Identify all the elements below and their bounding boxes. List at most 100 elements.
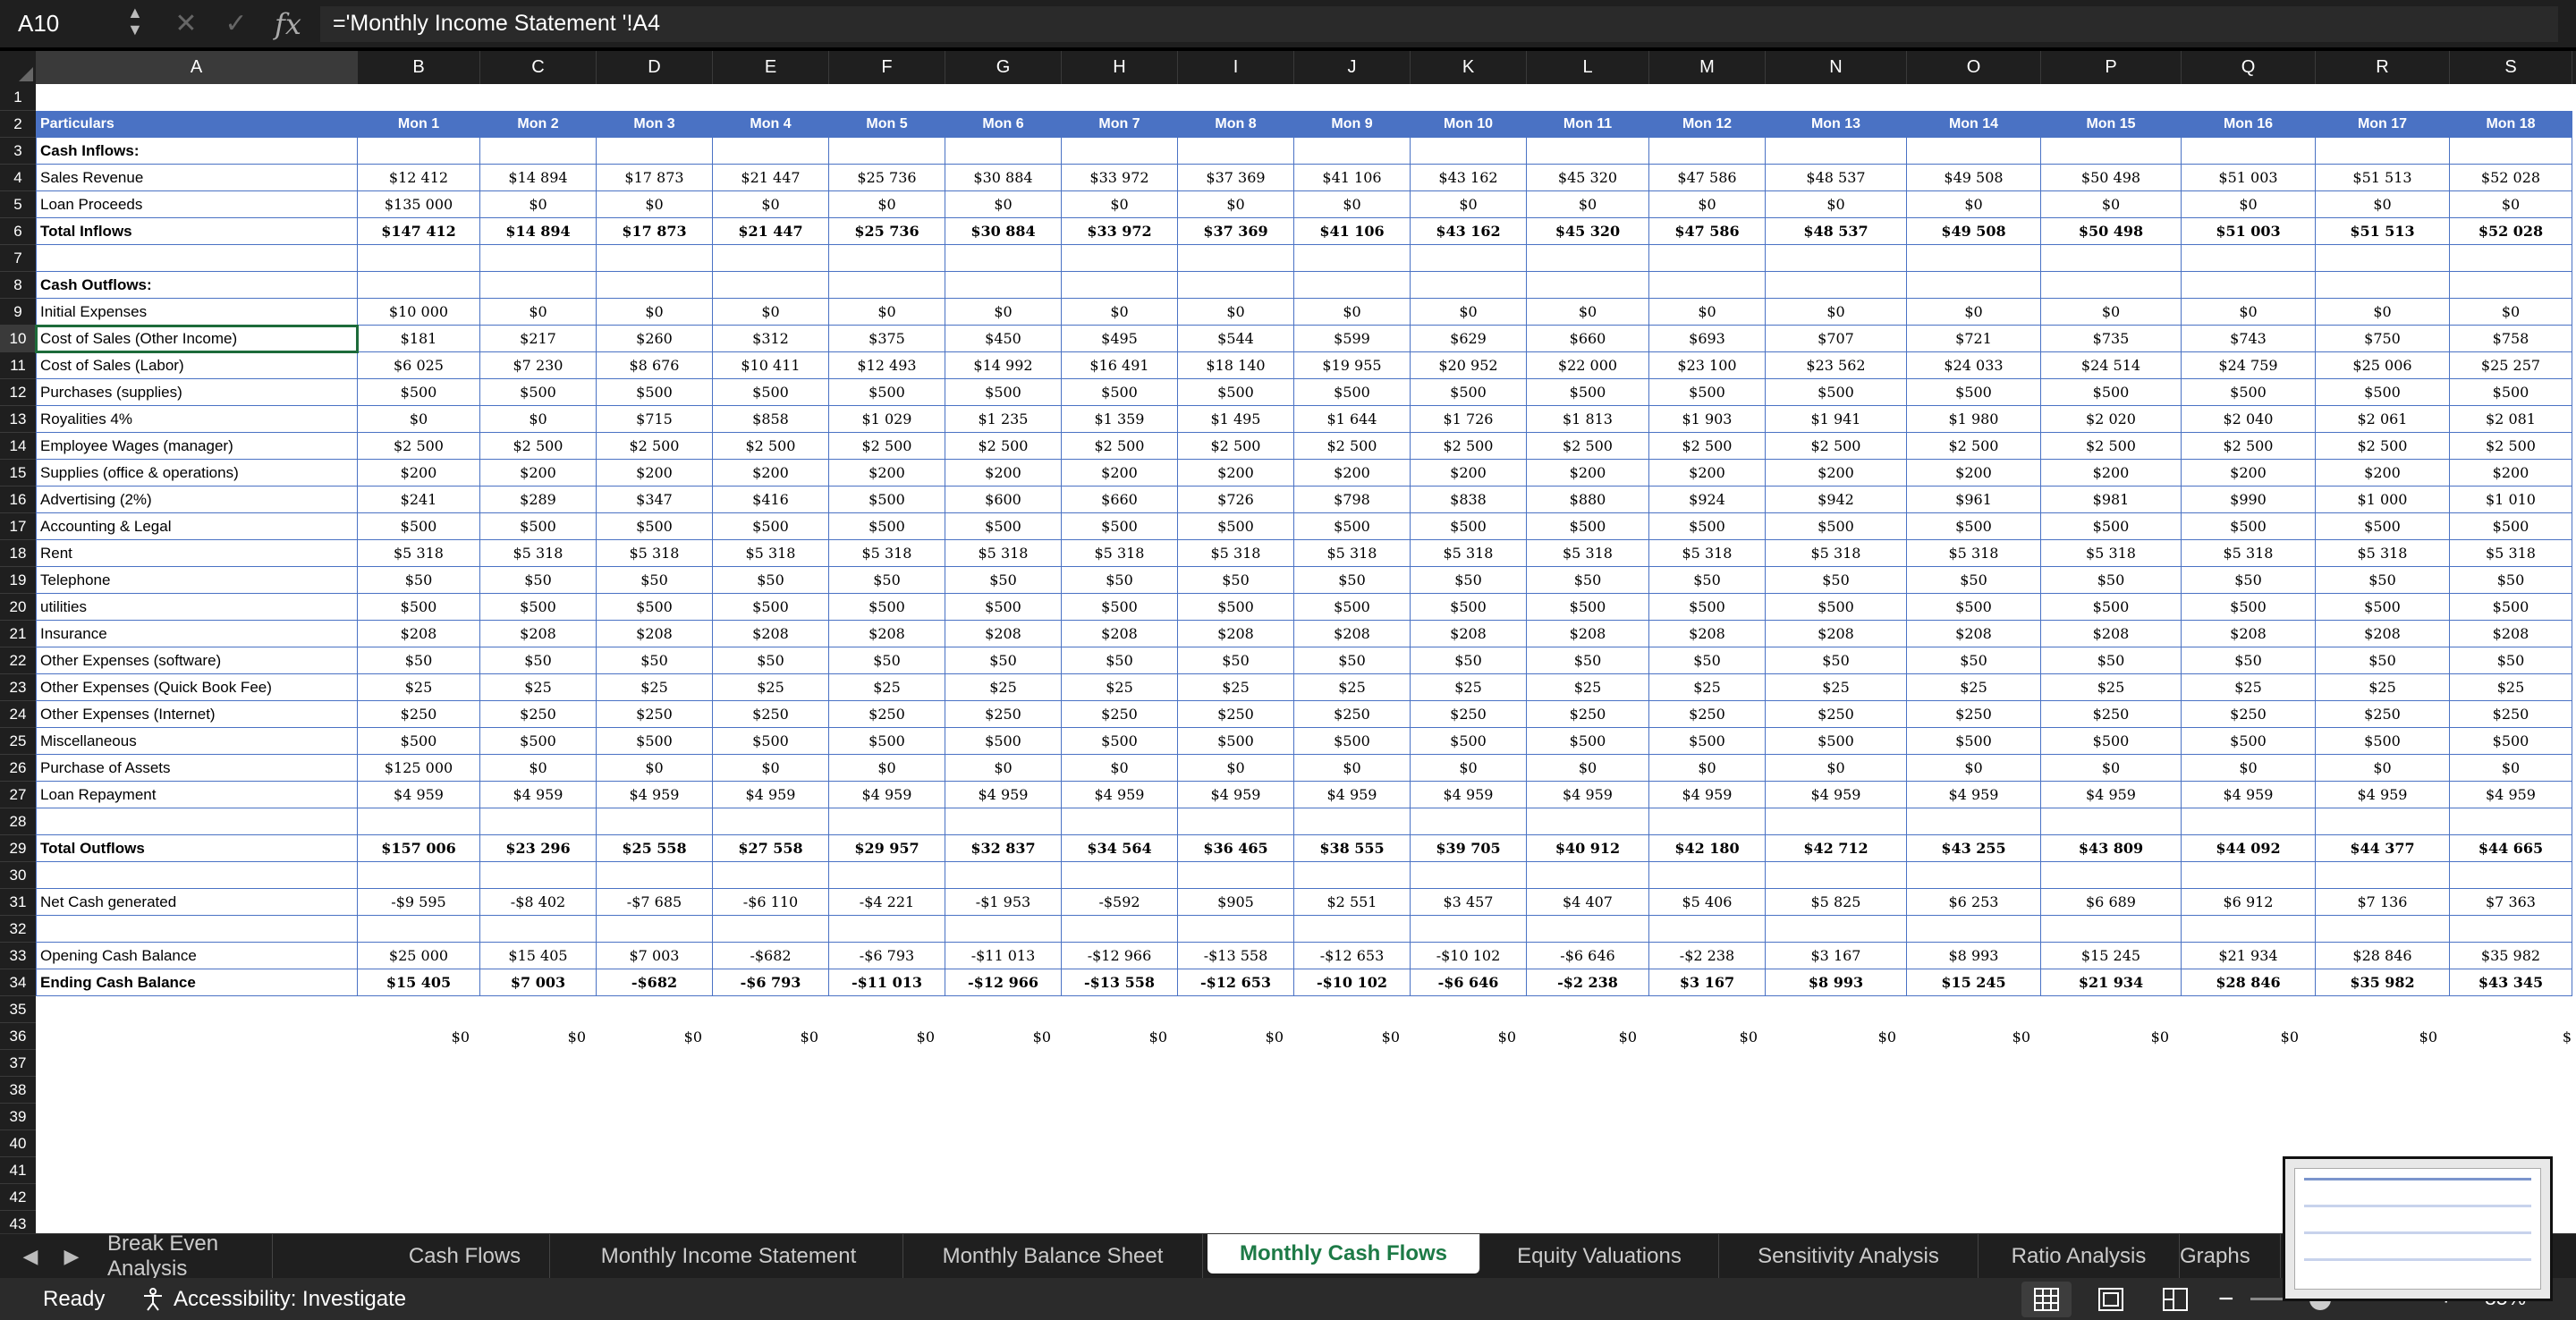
- cell-d8[interactable]: [597, 272, 713, 299]
- cell-n19[interactable]: $50: [1766, 567, 1907, 594]
- cell-h20[interactable]: $500: [1062, 594, 1178, 621]
- cell-p8[interactable]: [2041, 272, 2182, 299]
- normal-view-button[interactable]: [2021, 1282, 2072, 1317]
- cell-n18[interactable]: $5 318: [1766, 540, 1907, 567]
- cell-q8[interactable]: [2182, 272, 2316, 299]
- cell-o21[interactable]: $208: [1907, 621, 2041, 647]
- row-header-32[interactable]: 32: [0, 916, 36, 943]
- cell-b5[interactable]: $135 000: [358, 191, 480, 218]
- cell-m20[interactable]: $500: [1649, 594, 1766, 621]
- cell-i30[interactable]: [1178, 862, 1294, 889]
- column-header-n[interactable]: N: [1766, 51, 1907, 84]
- sheet-tab-break-even-analysis[interactable]: Break Even Analysis: [107, 1231, 273, 1281]
- cell-j26[interactable]: $0: [1294, 755, 1411, 782]
- cell-m3[interactable]: [1649, 138, 1766, 165]
- cell-k36[interactable]: $0: [1445, 1023, 1516, 1050]
- row-header-5[interactable]: 5: [0, 191, 36, 218]
- sheet-tab-monthly-balance-sheet[interactable]: Monthly Balance Sheet: [903, 1234, 1203, 1279]
- cell-g27[interactable]: $4 959: [945, 782, 1062, 808]
- cell-g33[interactable]: -$11 013: [945, 943, 1062, 969]
- cell-r16[interactable]: $1 000: [2316, 487, 2450, 513]
- cell-l36[interactable]: $0: [1565, 1023, 1637, 1050]
- cell-r4[interactable]: $51 513: [2316, 165, 2450, 191]
- cell-f24[interactable]: $250: [829, 701, 945, 728]
- cell-d27[interactable]: $4 959: [597, 782, 713, 808]
- cell-m23[interactable]: $25: [1649, 674, 1766, 701]
- cell-g15[interactable]: $200: [945, 460, 1062, 487]
- cell-f30[interactable]: [829, 862, 945, 889]
- cell-j34[interactable]: -$10 102: [1294, 969, 1411, 996]
- cell-d16[interactable]: $347: [597, 487, 713, 513]
- cell-f19[interactable]: $50: [829, 567, 945, 594]
- cell-b14[interactable]: $2 500: [358, 433, 480, 460]
- cell-m8[interactable]: [1649, 272, 1766, 299]
- cell-b12[interactable]: $500: [358, 379, 480, 406]
- cell-n13[interactable]: $1 941: [1766, 406, 1907, 433]
- row-header-36[interactable]: 36: [0, 1023, 36, 1050]
- cell-l33[interactable]: -$6 646: [1527, 943, 1649, 969]
- cell-i15[interactable]: $200: [1178, 460, 1294, 487]
- cell-h16[interactable]: $660: [1062, 487, 1178, 513]
- cell-d18[interactable]: $5 318: [597, 540, 713, 567]
- cell-h19[interactable]: $50: [1062, 567, 1178, 594]
- cell-e2[interactable]: Mon 4: [713, 111, 829, 138]
- cell-n32[interactable]: [1766, 916, 1907, 943]
- cell-h6[interactable]: $33 972: [1062, 218, 1178, 245]
- cell-f34[interactable]: -$11 013: [829, 969, 945, 996]
- cell-a19[interactable]: Telephone: [36, 567, 358, 594]
- cell-s24[interactable]: $250: [2450, 701, 2572, 728]
- cell-l16[interactable]: $880: [1527, 487, 1649, 513]
- row-header-2[interactable]: 2: [0, 111, 36, 138]
- cell-m11[interactable]: $23 100: [1649, 352, 1766, 379]
- cell-k9[interactable]: $0: [1411, 299, 1527, 326]
- cell-o24[interactable]: $250: [1907, 701, 2041, 728]
- cell-k10[interactable]: $629: [1411, 326, 1527, 352]
- cell-o23[interactable]: $25: [1907, 674, 2041, 701]
- cell-n8[interactable]: [1766, 272, 1907, 299]
- cell-p17[interactable]: $500: [2041, 513, 2182, 540]
- cell-f18[interactable]: $5 318: [829, 540, 945, 567]
- cell-e18[interactable]: $5 318: [713, 540, 829, 567]
- cell-g20[interactable]: $500: [945, 594, 1062, 621]
- cell-i13[interactable]: $1 495: [1178, 406, 1294, 433]
- cell-k23[interactable]: $25: [1411, 674, 1527, 701]
- cell-c33[interactable]: $15 405: [480, 943, 597, 969]
- row-header-39[interactable]: 39: [0, 1104, 36, 1130]
- cell-g12[interactable]: $500: [945, 379, 1062, 406]
- cell-m29[interactable]: $42 180: [1649, 835, 1766, 862]
- cell-h33[interactable]: -$12 966: [1062, 943, 1178, 969]
- cell-h32[interactable]: [1062, 916, 1178, 943]
- cell-f2[interactable]: Mon 5: [829, 111, 945, 138]
- cell-e8[interactable]: [713, 272, 829, 299]
- cell-a30[interactable]: [36, 862, 358, 889]
- cell-g23[interactable]: $25: [945, 674, 1062, 701]
- cell-c10[interactable]: $217: [480, 326, 597, 352]
- row-header-10[interactable]: 10: [0, 326, 36, 352]
- cell-l14[interactable]: $2 500: [1527, 433, 1649, 460]
- cell-l9[interactable]: $0: [1527, 299, 1649, 326]
- cell-d33[interactable]: $7 003: [597, 943, 713, 969]
- cell-h36[interactable]: $0: [1096, 1023, 1167, 1050]
- cell-g5[interactable]: $0: [945, 191, 1062, 218]
- cell-a8[interactable]: Cash Outflows:: [36, 272, 358, 299]
- cell-c30[interactable]: [480, 862, 597, 889]
- cell-n5[interactable]: $0: [1766, 191, 1907, 218]
- cell-p14[interactable]: $2 500: [2041, 433, 2182, 460]
- cell-e19[interactable]: $50: [713, 567, 829, 594]
- cell-r20[interactable]: $500: [2316, 594, 2450, 621]
- row-header-1[interactable]: 1: [0, 84, 36, 111]
- cell-e9[interactable]: $0: [713, 299, 829, 326]
- cell-s36[interactable]: $: [2500, 1023, 2572, 1050]
- cell-j10[interactable]: $599: [1294, 326, 1411, 352]
- cell-o17[interactable]: $500: [1907, 513, 2041, 540]
- row-header-14[interactable]: 14: [0, 433, 36, 460]
- cell-i3[interactable]: [1178, 138, 1294, 165]
- cell-n20[interactable]: $500: [1766, 594, 1907, 621]
- cell-d36[interactable]: $0: [631, 1023, 702, 1050]
- cell-p16[interactable]: $981: [2041, 487, 2182, 513]
- row-header-40[interactable]: 40: [0, 1130, 36, 1157]
- cell-d19[interactable]: $50: [597, 567, 713, 594]
- cell-e21[interactable]: $208: [713, 621, 829, 647]
- column-header-a[interactable]: A: [36, 51, 358, 84]
- cell-j30[interactable]: [1294, 862, 1411, 889]
